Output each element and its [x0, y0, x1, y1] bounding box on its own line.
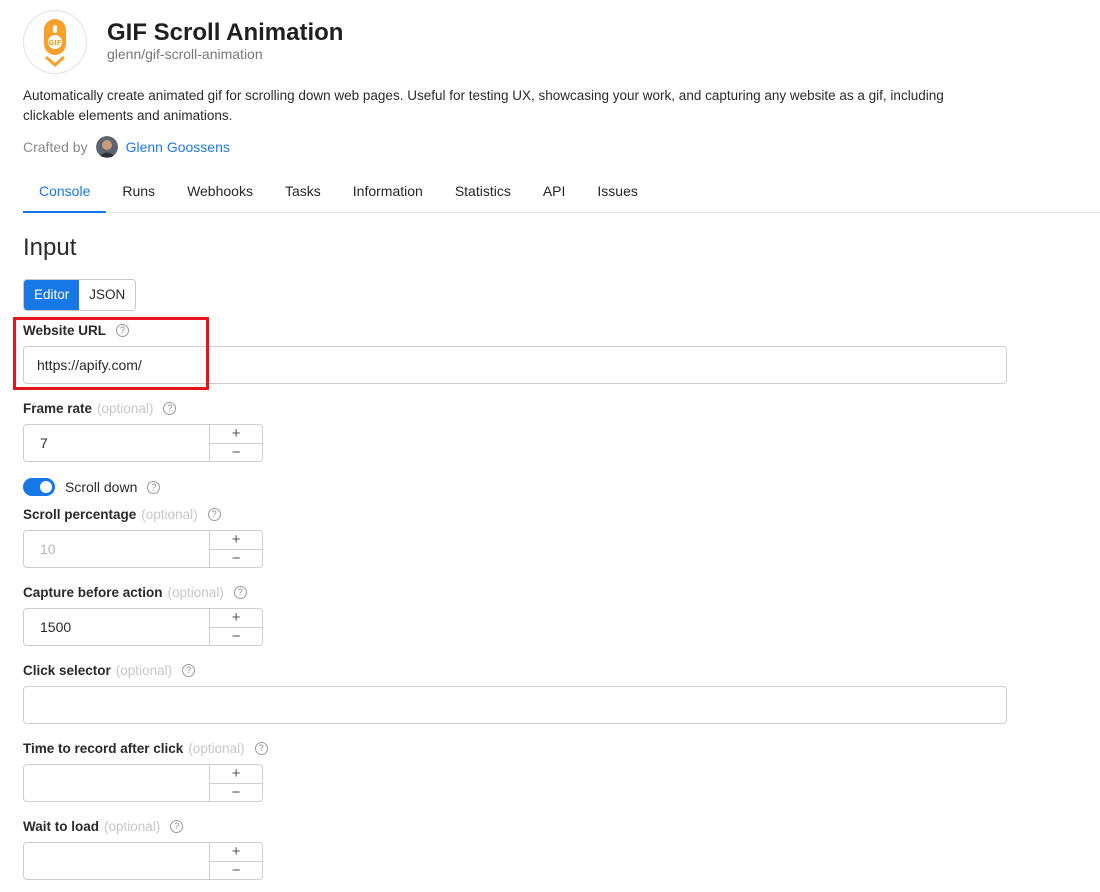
help-icon[interactable]: ? [207, 508, 221, 521]
increment-button[interactable]: + [210, 765, 262, 784]
wait-to-load-input[interactable] [24, 843, 211, 879]
time-to-record-label-text: Time to record after click [23, 741, 184, 756]
time-to-record-stepper: + − [23, 764, 263, 802]
author-link[interactable]: Glenn Goossens [126, 139, 230, 155]
scroll-down-label: Scroll down [65, 479, 138, 495]
help-icon[interactable]: ? [182, 664, 196, 677]
help-icon[interactable]: ? [147, 480, 161, 494]
time-to-record-input[interactable] [24, 765, 211, 801]
increment-button[interactable]: + [210, 425, 262, 444]
capture-before-action-label-text: Capture before action [23, 585, 163, 600]
scroll-down-row: Scroll down ? [23, 478, 161, 496]
scroll-down-toggle[interactable] [23, 478, 55, 496]
scroll-percentage-label: Scroll percentage (optional) ? [23, 507, 221, 522]
crafted-by-label: Crafted by [23, 139, 88, 155]
website-url-label: Website URL ? [23, 323, 130, 338]
decrement-button[interactable]: − [210, 628, 262, 646]
click-selector-input[interactable] [23, 686, 1007, 724]
json-mode-button[interactable]: JSON [79, 280, 136, 310]
tab-issues[interactable]: Issues [581, 174, 653, 213]
tab-api[interactable]: API [527, 174, 582, 213]
capture-before-action-stepper: 1500 + − [23, 608, 263, 646]
scroll-percentage-input[interactable]: 10 [24, 531, 211, 567]
decrement-button[interactable]: − [210, 550, 262, 568]
optional-tag: (optional) [167, 585, 224, 600]
help-icon[interactable]: ? [116, 324, 130, 337]
optional-tag: (optional) [188, 741, 245, 756]
actor-slug: glenn/gif-scroll-animation [107, 46, 263, 62]
frame-rate-label-text: Frame rate [23, 401, 93, 416]
capture-before-action-label: Capture before action (optional) ? [23, 585, 247, 600]
actor-logo: GIF [23, 10, 87, 74]
input-mode-toggle: Editor JSON [23, 279, 137, 311]
frame-rate-label: Frame rate (optional) ? [23, 401, 177, 416]
tab-information[interactable]: Information [337, 174, 439, 213]
optional-tag: (optional) [97, 401, 154, 416]
input-heading: Input [23, 234, 77, 261]
logo-text: GIF [48, 39, 61, 47]
optional-tag: (optional) [141, 507, 198, 522]
increment-button[interactable]: + [210, 843, 262, 862]
website-url-label-text: Website URL [23, 323, 107, 338]
wait-to-load-stepper: + − [23, 842, 263, 880]
decrement-button[interactable]: − [210, 862, 262, 880]
editor-mode-button[interactable]: Editor [24, 280, 80, 310]
actor-title: GIF Scroll Animation [107, 19, 344, 46]
scroll-percentage-stepper: 10 + − [23, 530, 263, 568]
help-icon[interactable]: ? [163, 402, 177, 415]
actor-description: Automatically create animated gif for sc… [23, 88, 944, 123]
click-selector-label-text: Click selector [23, 663, 111, 678]
decrement-button[interactable]: − [210, 444, 262, 462]
wait-to-load-label: Wait to load (optional) ? [23, 819, 184, 834]
tab-runs[interactable]: Runs [106, 174, 171, 213]
scroll-percentage-label-text: Scroll percentage [23, 507, 137, 522]
optional-tag: (optional) [104, 819, 161, 834]
tab-webhooks[interactable]: Webhooks [171, 174, 269, 213]
help-icon[interactable]: ? [170, 820, 184, 833]
tab-tasks[interactable]: Tasks [269, 174, 337, 213]
tab-console[interactable]: Console [23, 174, 107, 213]
click-selector-label: Click selector (optional) ? [23, 663, 196, 678]
decrement-button[interactable]: − [210, 784, 262, 802]
capture-before-action-input[interactable]: 1500 [24, 609, 211, 645]
frame-rate-stepper: 7 + − [23, 424, 263, 462]
author-avatar[interactable] [95, 136, 118, 158]
optional-tag: (optional) [115, 663, 173, 678]
help-icon[interactable]: ? [254, 742, 268, 755]
tab-statistics[interactable]: Statistics [439, 174, 527, 213]
help-icon[interactable]: ? [233, 586, 247, 599]
actor-tabs: Console Runs Webhooks Tasks Information … [23, 174, 1100, 213]
frame-rate-input[interactable]: 7 [24, 425, 211, 461]
wait-to-load-label-text: Wait to load [23, 819, 99, 834]
website-url-input[interactable]: https://apify.com/ [23, 346, 1007, 384]
time-to-record-label: Time to record after click (optional) ? [23, 741, 268, 756]
increment-button[interactable]: + [210, 609, 262, 628]
increment-button[interactable]: + [210, 531, 262, 550]
crafted-by: Crafted by Glenn Goossens [23, 136, 230, 158]
